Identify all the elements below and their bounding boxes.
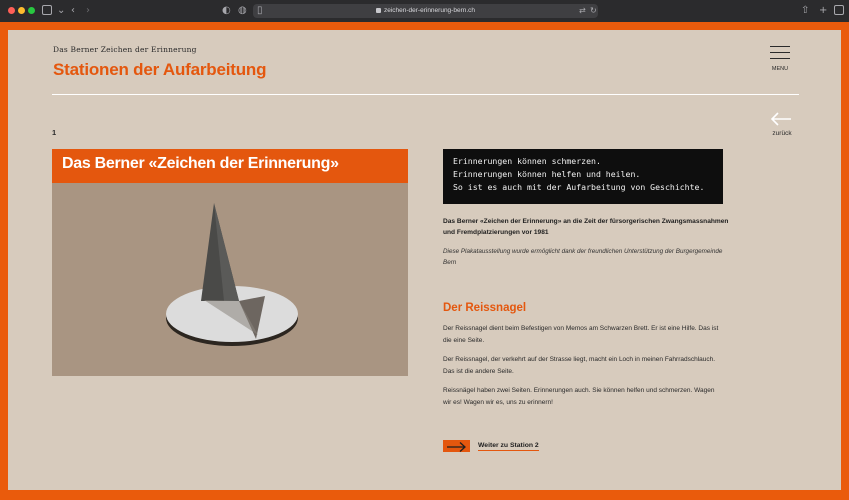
body-paragraph: Der Reissnagel, der verkehrt auf der Str… (443, 356, 716, 375)
url-text: zeichen-der-erinnerung-bern.ch (383, 7, 476, 14)
back-button[interactable]: zurück (766, 112, 798, 142)
section-title: Der Reissnagel (443, 302, 527, 314)
page-title[interactable]: Stationen der Aufarbeitung (53, 60, 266, 80)
share-icon[interactable]: ⇧ (801, 4, 809, 18)
hero-banner: Das Berner «Zeichen der Erinnerung» (52, 149, 408, 183)
back-nav-icon[interactable]: ‹ (71, 4, 75, 18)
thumbtack-sculpture-image (166, 203, 298, 346)
menu-button[interactable]: MENU (770, 46, 790, 76)
back-label: zurück (772, 130, 792, 137)
close-window-button[interactable] (8, 7, 15, 14)
lock-icon (375, 8, 381, 13)
site-kicker: Das Berner Zeichen der Erinnerung (53, 45, 197, 54)
extension-icon[interactable]: ◍ (238, 4, 247, 18)
chevron-down-icon[interactable]: ⌄ (57, 4, 65, 18)
forward-nav-icon[interactable]: › (86, 4, 90, 18)
minimize-window-button[interactable] (18, 7, 25, 14)
arrow-left-icon (770, 112, 791, 126)
zoom-window-button[interactable] (28, 7, 35, 14)
new-tab-icon[interactable]: + (819, 4, 827, 18)
header-divider (52, 94, 799, 95)
hero-title: Das Berner «Zeichen der Erinnerung» (62, 155, 339, 172)
translate-icon[interactable]: ⇄ (579, 4, 586, 18)
station-hero-image: Das Berner «Zeichen der Erinnerung» (52, 149, 408, 376)
tab-overview-icon[interactable] (834, 5, 844, 15)
page-content: Das Berner Zeichen der Erinnerung Statio… (8, 30, 841, 490)
body-paragraph: Reissnägel haben zwei Seiten. Erinnerung… (443, 387, 715, 406)
quote-box: Erinnerungen können schmerzen. Erinnerun… (443, 149, 723, 204)
sidebar-toggle-icon[interactable] (42, 5, 52, 15)
next-station-link[interactable]: Weiter zu Station 2 (443, 439, 583, 455)
arrow-right-icon (447, 442, 466, 452)
quote-line: So ist es auch mit der Aufarbeitung von … (453, 182, 705, 192)
sponsor-note: Diese Plakatausstellung wurde ermöglicht… (443, 248, 723, 266)
quote-line: Erinnerungen können helfen und heilen. (453, 169, 641, 179)
privacy-shield-icon[interactable]: ◐ (222, 4, 231, 18)
page-icon: ▯ (257, 5, 263, 16)
address-bar[interactable]: zeichen-der-erinnerung-bern.ch ▯ ⇄ ↻ (253, 4, 598, 18)
quote-line: Erinnerungen können schmerzen. (453, 156, 601, 166)
menu-label: MENU (771, 66, 789, 72)
hamburger-icon (770, 46, 790, 47)
body-paragraph: Der Reissnagel dient beim Befestigen von… (443, 325, 719, 344)
intro-heading: Das Berner «Zeichen der Erinnerung» an d… (443, 218, 729, 236)
next-station-label: Weiter zu Station 2 (478, 442, 539, 451)
reload-icon[interactable]: ↻ (590, 4, 597, 18)
browser-toolbar: ⌄ ‹ › ◐ ◍ zeichen-der-erinnerung-bern.ch… (0, 0, 849, 22)
station-number: 1 (52, 128, 57, 137)
